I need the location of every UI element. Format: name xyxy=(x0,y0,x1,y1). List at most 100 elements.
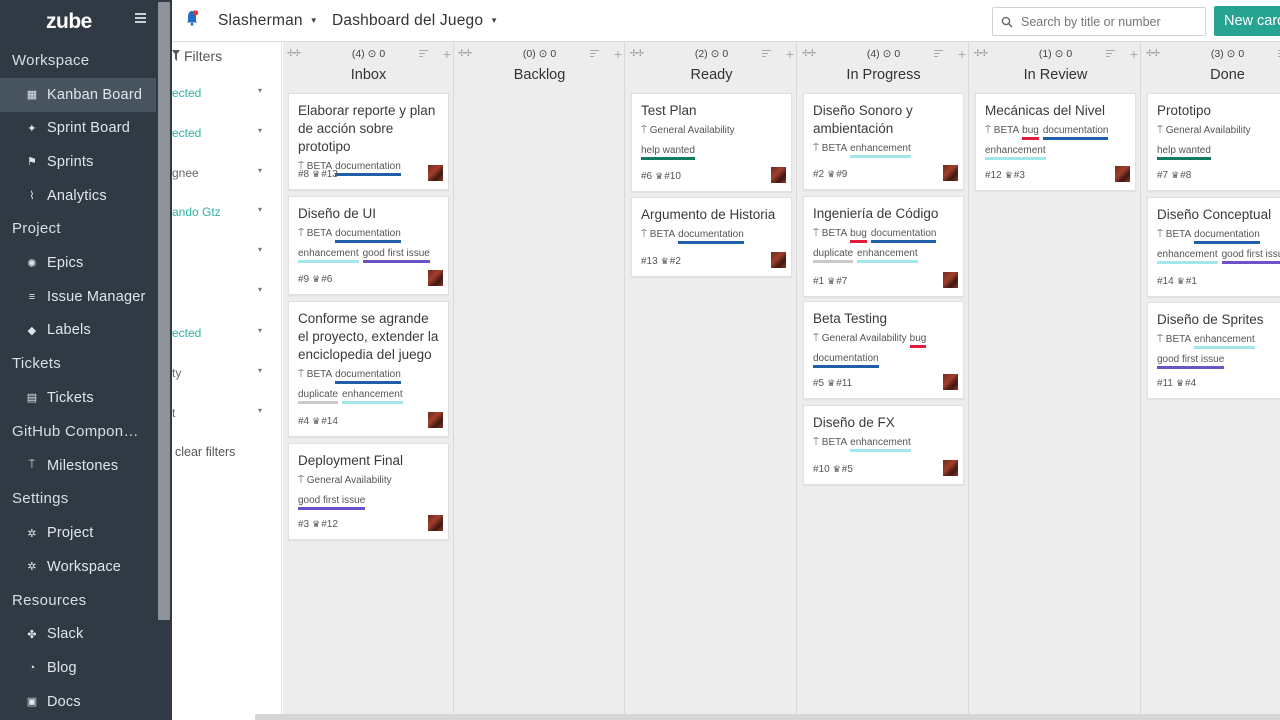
card-number[interactable]: #14 xyxy=(1157,276,1174,287)
card-milestone[interactable]: ⍑ BETA xyxy=(298,365,332,385)
card-milestone[interactable]: ⍑ BETA xyxy=(1157,330,1191,350)
card-number[interactable]: #8 xyxy=(298,169,309,180)
label-documentation[interactable]: documentation xyxy=(870,227,937,243)
filter-row[interactable]: ty ▾ xyxy=(172,366,268,380)
card-number[interactable]: #7 xyxy=(1157,170,1168,181)
label-good-first-issue[interactable]: good first issue xyxy=(298,494,366,510)
kanban-card[interactable]: Diseño Conceptual ⍑ BETA documentation enha… xyxy=(1147,197,1280,297)
label-bug[interactable]: bug xyxy=(1022,124,1039,140)
sidebar-item-kanban-board[interactable]: ▦ Kanban Board xyxy=(0,78,156,112)
label-enhancement[interactable]: enhancement xyxy=(342,388,403,404)
card-milestone[interactable]: ⍑ BETA xyxy=(813,224,847,244)
kanban-card[interactable]: Mecánicas del Nivel ⍑ BETA bug documentatio… xyxy=(975,93,1136,191)
avatar[interactable] xyxy=(428,412,443,428)
sidebar-item-sprint-board[interactable]: ✦ Sprint Board xyxy=(0,112,156,146)
card-milestone[interactable]: ⍑ BETA xyxy=(298,224,332,244)
filter-row[interactable]: ected ▾ xyxy=(172,326,268,340)
project-dropdown[interactable]: Dashboard del Juego ▼ xyxy=(332,12,498,30)
label-duplicate[interactable]: duplicate xyxy=(813,247,854,263)
card-title[interactable]: Argumento de Historia xyxy=(641,206,783,224)
sidebar-item-workspace[interactable]: ✲ Workspace xyxy=(0,550,156,584)
card-title[interactable]: Diseño Sonoro y ambientación xyxy=(813,102,955,138)
sidebar-item-sprints[interactable]: ⚑ Sprints xyxy=(0,145,156,179)
label-enhancement[interactable]: enhancement xyxy=(857,247,918,263)
avatar[interactable] xyxy=(943,165,958,181)
card-title[interactable]: Diseño de Sprites xyxy=(1157,311,1280,329)
card-number[interactable]: #3 xyxy=(298,519,309,530)
sort-icon[interactable] xyxy=(419,50,428,59)
bell-icon[interactable] xyxy=(186,10,198,26)
card-title[interactable]: Elaborar reporte y plan de acción sobre … xyxy=(298,102,440,156)
search-input[interactable] xyxy=(1021,14,1191,29)
sort-icon[interactable] xyxy=(762,50,771,59)
label-bug[interactable]: bug xyxy=(909,332,927,348)
avatar[interactable] xyxy=(771,252,786,268)
filter-row[interactable]: gnee ▾ xyxy=(172,166,268,180)
filter-row[interactable]: ando Gtz ▾ xyxy=(172,205,268,219)
sidebar-item-labels[interactable]: ◆ Labels xyxy=(0,314,156,348)
card-number[interactable]: #12 xyxy=(985,170,1002,181)
kanban-card[interactable]: Diseño Sonoro y ambientación ⍑ BETA enhanc… xyxy=(803,93,964,190)
filter-row[interactable]: t ▾ xyxy=(172,406,268,420)
label-documentation[interactable]: documentation xyxy=(1194,228,1260,244)
card-title[interactable]: Diseño Conceptual xyxy=(1157,206,1280,224)
add-card-icon[interactable]: + xyxy=(958,46,966,62)
card-milestone[interactable]: ⍑ BETA xyxy=(641,225,675,245)
filter-row[interactable]: ected ▾ xyxy=(172,126,268,140)
kanban-card[interactable]: Diseño de UI ⍑ BETA documentation enhanceme… xyxy=(288,196,449,295)
avatar[interactable] xyxy=(428,515,443,531)
label-documentation[interactable]: documentation xyxy=(335,160,401,176)
card-milestone[interactable]: ⍑ BETA xyxy=(813,139,847,159)
add-card-icon[interactable]: + xyxy=(443,46,451,62)
add-card-icon[interactable]: + xyxy=(614,46,622,62)
card-number[interactable]: #13 xyxy=(641,256,658,267)
card-number[interactable]: #5 xyxy=(813,378,824,389)
sidebar-item-milestones[interactable]: ⍑ Milestones xyxy=(0,449,156,483)
card-milestone[interactable]: ⍑ General Availability xyxy=(813,329,907,349)
label-enhancement[interactable]: enhancement xyxy=(1157,248,1218,264)
sidebar-scrollbar-thumb[interactable] xyxy=(158,2,170,620)
kanban-card[interactable]: Diseño de Sprites ⍑ BETA enhancementgood f… xyxy=(1147,302,1280,399)
sidebar-scrollbar[interactable] xyxy=(156,0,172,720)
label-good-first-issue[interactable]: good first issue xyxy=(1221,248,1280,264)
card-title[interactable]: Test Plan xyxy=(641,102,783,120)
label-documentation[interactable]: documentation xyxy=(813,352,879,368)
sidebar-item-tickets[interactable]: ▤ Tickets xyxy=(0,381,156,415)
sidebar-item-issue-manager[interactable]: ≡ Issue Manager xyxy=(0,280,156,314)
card-title[interactable]: Ingeniería de Código xyxy=(813,205,955,223)
card-title[interactable]: Mecánicas del Nivel xyxy=(985,102,1127,120)
search-box[interactable] xyxy=(992,7,1206,36)
label-enhancement[interactable]: enhancement xyxy=(985,144,1046,160)
add-card-icon[interactable]: + xyxy=(1130,46,1138,62)
card-title[interactable]: Diseño de FX xyxy=(813,414,955,432)
card-milestone[interactable]: ⍑ General Availability xyxy=(298,471,392,491)
clear-filters-link[interactable]: clear filters xyxy=(175,445,235,459)
label-enhancement[interactable]: enhancement xyxy=(850,142,911,158)
label-good-first-issue[interactable]: good first issue xyxy=(1157,353,1225,369)
label-duplicate[interactable]: duplicate xyxy=(298,388,339,404)
sort-icon[interactable] xyxy=(934,50,943,59)
kanban-card[interactable]: Beta Testing ⍑ General Availability bug doc… xyxy=(803,301,964,399)
kanban-card[interactable]: Deployment Final ⍑ General Availabilitygo… xyxy=(288,443,449,540)
avatar[interactable] xyxy=(428,270,443,286)
card-title[interactable]: Prototipo xyxy=(1157,102,1280,120)
card-title[interactable]: Conforme se agrande el proyecto, extende… xyxy=(298,310,440,364)
label-documentation[interactable]: documentation xyxy=(1042,124,1109,140)
label-help-wanted[interactable]: help wanted xyxy=(641,144,695,160)
card-number[interactable]: #4 xyxy=(298,416,309,427)
add-card-icon[interactable]: + xyxy=(786,46,794,62)
kanban-card[interactable]: Elaborar reporte y plan de acción sobre … xyxy=(288,93,449,190)
filter-row[interactable]: ected ▾ xyxy=(172,86,268,100)
label-documentation[interactable]: documentation xyxy=(335,227,401,243)
avatar[interactable] xyxy=(1115,166,1130,182)
card-number[interactable]: #2 xyxy=(813,169,824,180)
filters-header[interactable]: Filters xyxy=(172,48,222,64)
card-title[interactable]: Diseño de UI xyxy=(298,205,440,223)
card-title[interactable]: Beta Testing xyxy=(813,310,955,328)
sidebar-item-epics[interactable]: ✺ Epics xyxy=(0,246,156,280)
label-good-first-issue[interactable]: good first issue xyxy=(362,247,430,263)
sidebar-item-docs[interactable]: ▣ Docs xyxy=(0,685,156,719)
label-enhancement[interactable]: enhancement xyxy=(298,247,359,263)
avatar[interactable] xyxy=(943,460,958,476)
card-milestone[interactable]: ⍑ BETA xyxy=(1157,225,1191,245)
